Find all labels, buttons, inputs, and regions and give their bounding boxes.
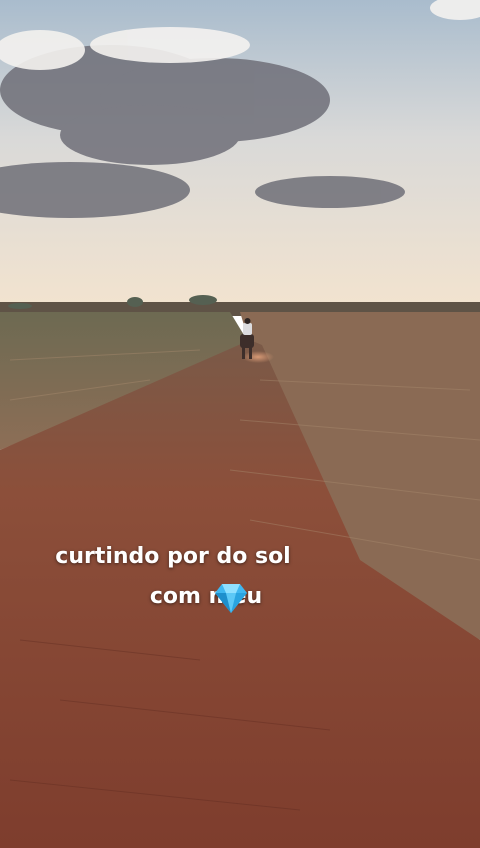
caption-line-1: curtindo por do sol xyxy=(55,544,291,569)
field-photo xyxy=(0,0,480,848)
story-frame: curtindo por do sol com meu xyxy=(0,0,480,848)
gem-stone-icon xyxy=(215,584,247,613)
